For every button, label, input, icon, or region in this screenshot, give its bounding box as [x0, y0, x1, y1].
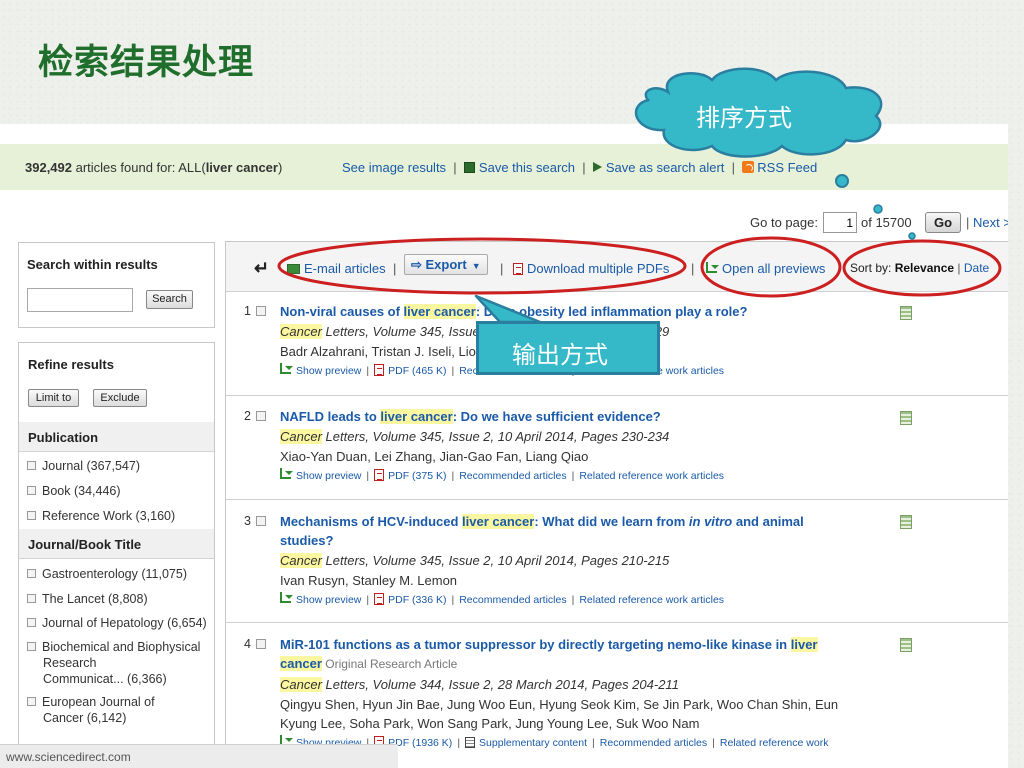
annotation-overlay: [277, 67, 1002, 324]
output-callout-text: 输出方式: [512, 341, 608, 369]
preview-annotation-ellipse: [700, 236, 842, 298]
callout-bubble-dot: [873, 204, 883, 214]
output-callout-pointer: [474, 294, 542, 324]
export-annotation-ellipse: [277, 237, 687, 295]
callout-bubble-dot: [835, 174, 849, 188]
sort-annotation-ellipse: [842, 239, 1002, 297]
sort-callout-text: 排序方式: [696, 104, 792, 132]
callout-bubble-dot: [908, 232, 916, 240]
output-callout-box: 输出方式: [476, 321, 660, 375]
